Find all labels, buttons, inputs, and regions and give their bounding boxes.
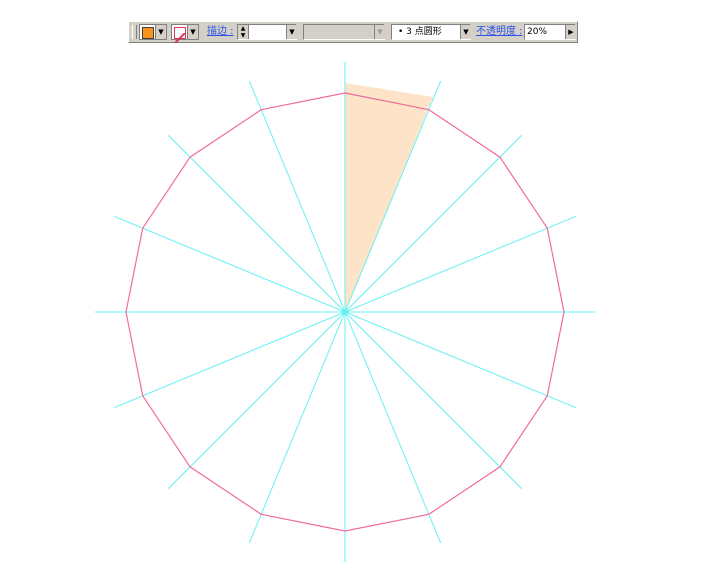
artboard-canvas[interactable] [0,0,705,582]
highlighted-wedge[interactable] [345,83,433,312]
radial-guides [95,62,595,562]
